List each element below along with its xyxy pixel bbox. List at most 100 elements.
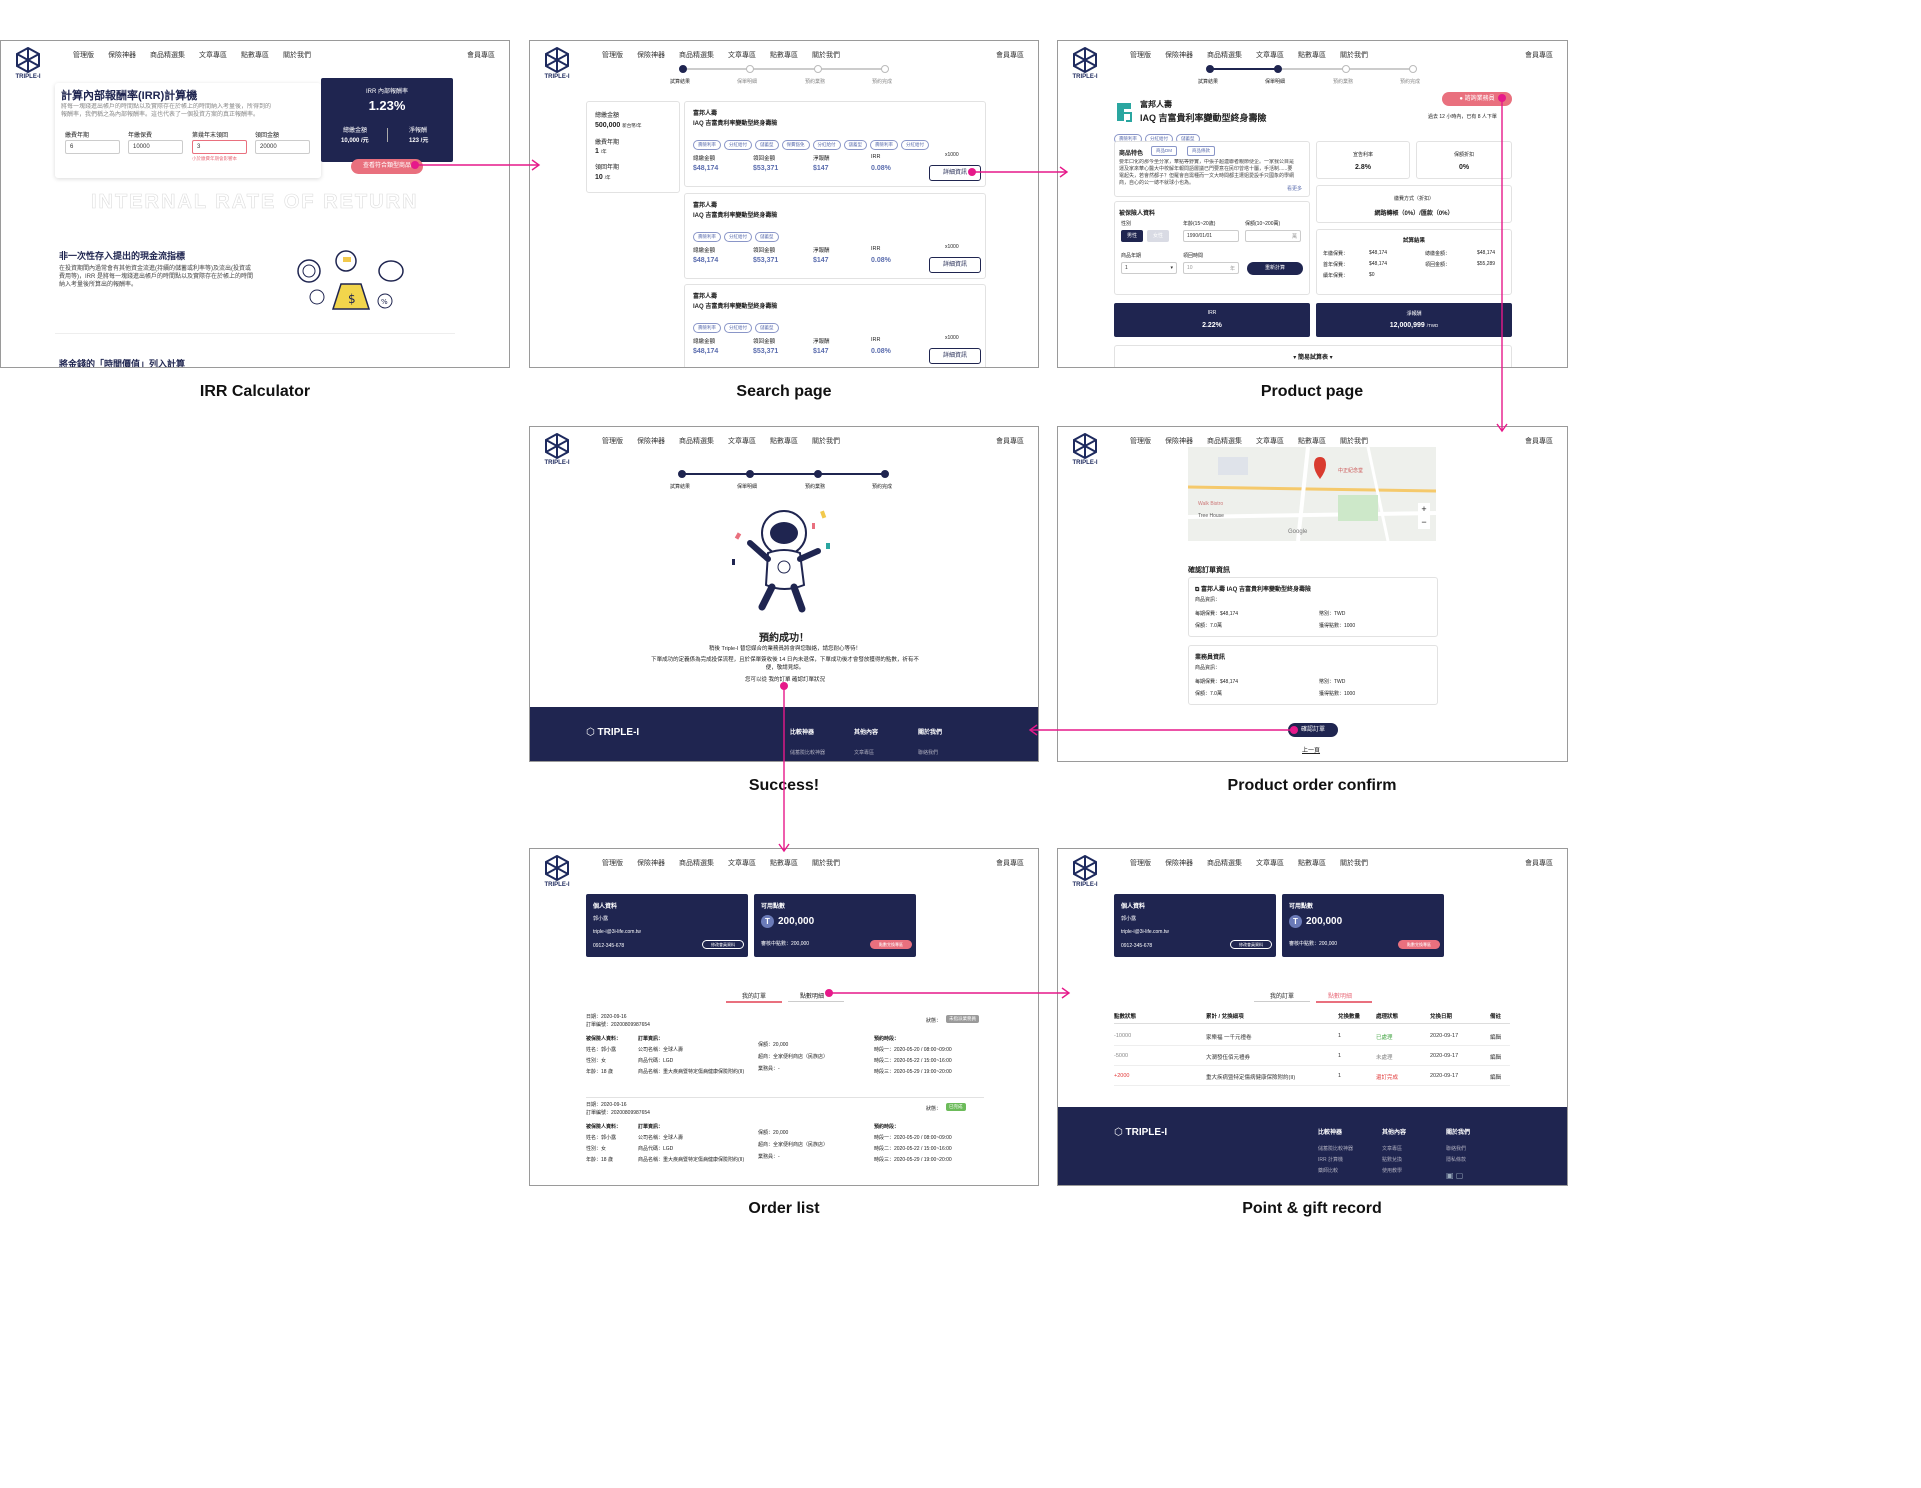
simple-table-bar[interactable]: ▾ 簡易試算表 ▾	[1114, 345, 1512, 367]
footer-link[interactable]: 文章專區	[854, 749, 874, 756]
footer-link[interactable]: 使用教學	[1382, 1167, 1402, 1174]
nav-item[interactable]: 保險神器	[1165, 438, 1193, 445]
footer-link[interactable]: 隱私條款	[1446, 1156, 1466, 1163]
nav-item[interactable]: 關於我們	[1340, 52, 1368, 59]
nav-item[interactable]: 管理版	[1130, 438, 1151, 445]
member-link[interactable]: 會員專區	[1525, 436, 1553, 446]
member-link[interactable]: 會員專區	[467, 50, 495, 60]
nav-item[interactable]: 管理版	[1130, 860, 1151, 867]
zoom-in-icon[interactable]: +	[1421, 504, 1426, 514]
nav-item[interactable]: 管理版	[1130, 52, 1151, 59]
member-link[interactable]: 會員專區	[996, 50, 1024, 60]
nav-item[interactable]: 保險神器	[1165, 52, 1193, 59]
tab-my-orders[interactable]: 我的訂單	[1270, 991, 1294, 1000]
footer-link[interactable]: 聯絡我們	[918, 749, 938, 756]
nav-item[interactable]: 點數專區	[770, 860, 798, 867]
dm-button[interactable]: 商品DM	[1151, 146, 1177, 156]
footer-link[interactable]: IRR 計算機	[1318, 1156, 1343, 1163]
recalc-button[interactable]: 重新計算	[1247, 262, 1303, 275]
nav-item[interactable]: 文章專區	[199, 52, 227, 59]
amount-input[interactable]: 萬	[1245, 230, 1301, 242]
footer-link[interactable]: 文章專區	[1382, 1145, 1402, 1152]
nav-item[interactable]: 點數專區	[241, 52, 269, 59]
tab-points[interactable]: 點數明細	[800, 991, 824, 1000]
nav-item[interactable]: 商品精選集	[679, 438, 714, 445]
more-link[interactable]: 看更多	[1287, 185, 1302, 192]
premium-input[interactable]: 10000	[128, 140, 183, 154]
nav-item[interactable]: 保險神器	[108, 52, 136, 59]
back-link[interactable]: 上一頁	[1302, 745, 1320, 754]
nav-item[interactable]: 管理版	[602, 438, 623, 445]
birthday-input[interactable]: 1990/01/01	[1183, 230, 1239, 242]
nav-item[interactable]: 商品精選集	[679, 860, 714, 867]
logo[interactable]: TRIPLE-I	[540, 47, 574, 80]
footer-link[interactable]: 聯絡我們	[1446, 1145, 1466, 1152]
redeem-button[interactable]: 點數兌換專區	[870, 940, 912, 949]
nav-item[interactable]: 文章專區	[728, 438, 756, 445]
footer-link[interactable]: 藥師比較	[1318, 1167, 1338, 1174]
nav-item[interactable]: 商品精選集	[1207, 438, 1242, 445]
detail-button[interactable]: 詳細資訊	[929, 348, 981, 364]
redeem-button[interactable]: 點數兌換專區	[1398, 940, 1440, 949]
footer-logo[interactable]: ⬡ TRIPLE-I	[586, 727, 639, 738]
zoom-out-icon[interactable]: −	[1421, 517, 1426, 527]
logo[interactable]: TRIPLE-I	[11, 47, 45, 80]
nav-item[interactable]: 文章專區	[1256, 438, 1284, 445]
years-input[interactable]: 6	[65, 140, 120, 154]
logo[interactable]: TRIPLE-I	[1068, 433, 1102, 466]
table-cell[interactable]: 編輯	[1490, 1033, 1501, 1041]
footer-link[interactable]: 儲蓄險比較神器	[1318, 1145, 1353, 1152]
nav-item[interactable]: 關於我們	[812, 52, 840, 59]
years-select[interactable]: 1 ▾	[1121, 262, 1177, 274]
male-button[interactable]: 男性	[1121, 230, 1143, 242]
nav-item[interactable]: 關於我們	[283, 52, 311, 59]
nav-item[interactable]: 文章專區	[1256, 52, 1284, 59]
footer-link[interactable]: 儲蓄險比較神器	[790, 749, 825, 756]
nav-item[interactable]: 關於我們	[1340, 860, 1368, 867]
nav-item[interactable]: 關於我們	[812, 860, 840, 867]
tab-points[interactable]: 點數明細	[1328, 991, 1352, 1000]
detail-button[interactable]: 詳細資訊	[929, 257, 981, 273]
zoom-control[interactable]: + −	[1418, 503, 1430, 529]
member-link[interactable]: 會員專區	[996, 858, 1024, 868]
nav-item[interactable]: 點數專區	[1298, 52, 1326, 59]
footer-link[interactable]: 點數兌換	[1382, 1156, 1402, 1163]
nav-item[interactable]: 保險神器	[637, 860, 665, 867]
recv-input[interactable]: 10 年	[1183, 262, 1239, 274]
member-link[interactable]: 會員專區	[1525, 50, 1553, 60]
logo[interactable]: TRIPLE-I	[1068, 47, 1102, 80]
nav-item[interactable]: 關於我們	[812, 438, 840, 445]
detail-button[interactable]: 詳細資訊	[929, 165, 981, 181]
nav-item[interactable]: 管理版	[602, 52, 623, 59]
nav-item[interactable]: 文章專區	[1256, 860, 1284, 867]
consult-agent-button[interactable]: ● 諮詢業務員	[1442, 92, 1512, 106]
success-line3[interactable]: 您可以從 我的訂單 確認訂單狀況	[650, 676, 920, 684]
nav-item[interactable]: 點數專區	[1298, 860, 1326, 867]
edit-profile-button[interactable]: 修改會員資料	[702, 940, 744, 949]
nav-item[interactable]: 保險神器	[1165, 860, 1193, 867]
footer-logo[interactable]: ⬡ TRIPLE-I	[1114, 1127, 1167, 1138]
nav-item[interactable]: 文章專區	[728, 860, 756, 867]
nav-item[interactable]: 點數專區	[770, 438, 798, 445]
nav-item[interactable]: 關於我們	[1340, 438, 1368, 445]
table-cell[interactable]: 編輯	[1490, 1073, 1501, 1081]
payback-year-input[interactable]: 3	[192, 140, 247, 154]
female-button[interactable]: 女性	[1147, 230, 1169, 242]
edit-profile-button[interactable]: 修改會員資料	[1230, 940, 1272, 949]
confirm-order-button[interactable]: 確認訂單	[1288, 723, 1338, 737]
nav-item[interactable]: 保險神器	[637, 438, 665, 445]
nav-item[interactable]: 商品精選集	[679, 52, 714, 59]
nav-item[interactable]: 商品精選集	[150, 52, 185, 59]
logo[interactable]: TRIPLE-I	[1068, 855, 1102, 888]
view-products-button[interactable]: 查看符合類型商品	[351, 159, 423, 174]
member-link[interactable]: 會員專區	[1525, 858, 1553, 868]
tab-my-orders[interactable]: 我的訂單	[742, 991, 766, 1000]
table-cell[interactable]: 編輯	[1490, 1053, 1501, 1061]
nav-item[interactable]: 文章專區	[728, 52, 756, 59]
nav-item[interactable]: 點數專區	[1298, 438, 1326, 445]
nav-item[interactable]: 管理版	[73, 52, 94, 59]
terms-button[interactable]: 商品條款	[1187, 146, 1215, 156]
logo[interactable]: TRIPLE-I	[540, 855, 574, 888]
facebook-icon[interactable]: ▣ ▢	[1446, 1171, 1463, 1180]
map[interactable]: Walk Bistro Tree House 中正紀念堂 Google + −	[1188, 447, 1436, 541]
